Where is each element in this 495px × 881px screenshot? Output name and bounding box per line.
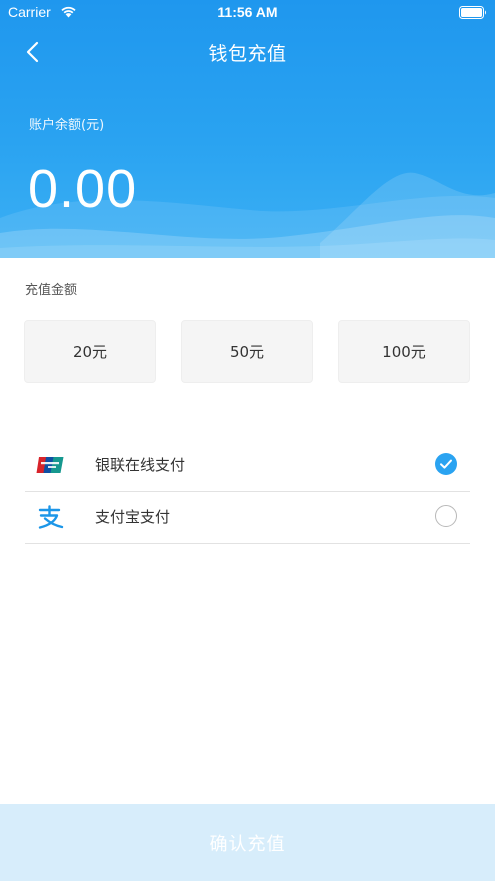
wallet-recharge-screen: Carrier 11:56 AM 钱包充值 账户余额(元) 0.00 充值金额 … (0, 0, 495, 881)
balance-header: Carrier 11:56 AM 钱包充值 账户余额(元) 0.00 (0, 0, 495, 258)
page-title: 钱包充值 (208, 43, 287, 65)
payment-option-label: 银联在线支付 (95, 456, 186, 474)
amount-option-100[interactable]: 100元 (338, 320, 470, 383)
alipay-icon (38, 505, 64, 529)
unionpay-icon (36, 457, 64, 473)
payment-option-label: 支付宝支付 (95, 508, 171, 526)
payment-option-alipay[interactable]: 支付宝支付 (25, 491, 470, 544)
amount-option-50[interactable]: 50元 (181, 320, 313, 383)
balance-label: 账户余额(元) (29, 118, 105, 133)
unselected-radio-icon[interactable] (435, 505, 457, 527)
selected-check-icon[interactable] (435, 453, 457, 475)
battery-icon (459, 6, 486, 19)
balance-value: 0.00 (28, 159, 138, 219)
confirm-recharge-button[interactable]: 确认充值 (0, 804, 495, 881)
navigation-bar: 钱包充值 (0, 30, 495, 74)
status-time: 11:56 AM (217, 4, 278, 20)
payment-option-unionpay[interactable]: 银联在线支付 (25, 439, 470, 492)
amount-option-20[interactable]: 20元 (24, 320, 156, 383)
status-bar: Carrier 11:56 AM (0, 0, 495, 26)
recharge-amount-label: 充值金额 (25, 283, 78, 298)
